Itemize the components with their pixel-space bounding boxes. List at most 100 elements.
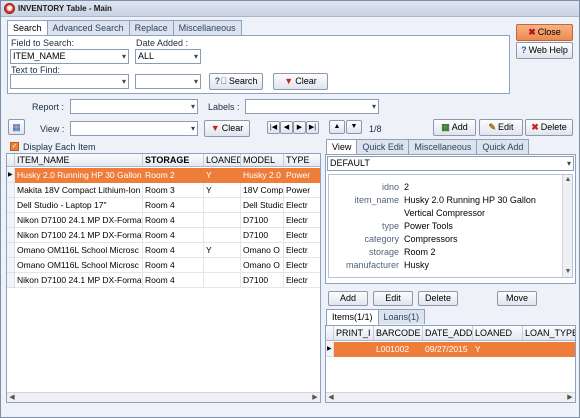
sub-scroll-left-icon[interactable]: ◀ xyxy=(326,393,336,402)
table-cell[interactable]: Power xyxy=(284,183,320,198)
table-cell[interactable]: Omano O xyxy=(241,258,284,273)
sub-col-loaned[interactable]: LOANED xyxy=(473,326,523,341)
table-cell[interactable]: Husky 2.0 xyxy=(241,168,284,183)
view-select[interactable] xyxy=(70,121,198,136)
table-cell[interactable]: Y xyxy=(204,168,241,183)
row-header[interactable] xyxy=(7,258,15,273)
sub-table-cell[interactable] xyxy=(523,342,575,357)
sub-add-button[interactable]: Add xyxy=(328,291,368,306)
sub-col-loan-type[interactable]: LOAN_TYPE xyxy=(523,326,575,341)
search-button[interactable]: ?⃝ Search xyxy=(209,73,263,90)
sub-col-date-added[interactable]: DATE_ADDI xyxy=(423,326,473,341)
table-cell[interactable]: Nikon D7100 24.1 MP DX-Format xyxy=(15,213,143,228)
scroll-right-icon[interactable]: ▶ xyxy=(310,393,320,402)
table-cell[interactable]: Nikon D7100 24.1 MP DX-Format xyxy=(15,273,143,288)
table-cell[interactable]: Husky 2.0 Running HP 30 Gallon xyxy=(15,168,143,183)
labels-select[interactable] xyxy=(245,99,379,114)
table-cell[interactable] xyxy=(204,228,241,243)
tab-search[interactable]: Search xyxy=(7,20,48,36)
table-cell[interactable]: Power xyxy=(284,168,320,183)
table-cell[interactable]: Nikon D7100 24.1 MP DX-Format xyxy=(15,228,143,243)
table-view-icon-button[interactable]: ▦ xyxy=(8,119,25,135)
table-cell[interactable]: Omano OM116L School Microsc xyxy=(15,258,143,273)
table-cell[interactable]: Room 4 xyxy=(143,198,204,213)
table-cell[interactable]: D7100 xyxy=(241,228,284,243)
col-header-type[interactable]: TYPE xyxy=(284,154,320,167)
sub-table-cell[interactable] xyxy=(334,342,374,357)
move-down-button[interactable]: ▼ xyxy=(346,120,362,134)
text-to-find-input[interactable] xyxy=(10,74,129,89)
col-header-model[interactable]: MODEL xyxy=(241,154,284,167)
tab-view[interactable]: View xyxy=(326,139,358,155)
sub-table-cell[interactable]: Y xyxy=(473,342,523,357)
table-cell[interactable]: Electr xyxy=(284,258,320,273)
table-cell[interactable]: Room 4 xyxy=(143,258,204,273)
table-cell[interactable]: Omano OM116L School Microsc xyxy=(15,243,143,258)
first-record-button[interactable]: |◀ xyxy=(267,121,280,134)
table-cell[interactable]: Electr xyxy=(284,228,320,243)
tab-view-miscellaneous[interactable]: Miscellaneous xyxy=(408,139,478,154)
scroll-up-icon[interactable]: ▲ xyxy=(563,175,572,185)
row-header[interactable] xyxy=(7,183,15,198)
current-row-indicator[interactable]: ▶ xyxy=(7,168,15,183)
items-grid[interactable]: ITEM_NAME STORAGE LOANED MODEL TYPE ▶ Hus… xyxy=(6,153,321,403)
table-cell[interactable]: Room 4 xyxy=(143,228,204,243)
table-cell[interactable]: D7100 xyxy=(241,273,284,288)
move-up-button[interactable]: ▲ xyxy=(329,120,345,134)
row-header[interactable] xyxy=(7,213,15,228)
prev-record-button[interactable]: ◀ xyxy=(280,121,293,134)
table-cell[interactable]: Makita 18V Compact Lithium-Ion xyxy=(15,183,143,198)
table-cell[interactable]: Dell Studio - Laptop 17" xyxy=(15,198,143,213)
web-help-button[interactable]: ? Web Help xyxy=(516,42,573,59)
current-row-indicator[interactable]: ▶ xyxy=(326,342,334,357)
tab-miscellaneous[interactable]: Miscellaneous xyxy=(172,20,242,35)
table-cell[interactable]: Y xyxy=(204,183,241,198)
sub-scroll-right-icon[interactable]: ▶ xyxy=(565,393,575,402)
row-header[interactable] xyxy=(7,228,15,243)
table-cell[interactable]: Dell Studio xyxy=(241,198,284,213)
table-cell[interactable] xyxy=(204,213,241,228)
table-cell[interactable]: Electr xyxy=(284,198,320,213)
tab-loans[interactable]: Loans(1) xyxy=(377,309,426,324)
row-header[interactable] xyxy=(7,243,15,258)
sub-col-print[interactable]: PRINT_I xyxy=(334,326,374,341)
scroll-down-icon[interactable]: ▼ xyxy=(563,267,572,277)
add-button[interactable]: ▦ Add xyxy=(433,119,476,136)
tab-quick-add[interactable]: Quick Add xyxy=(476,139,530,154)
table-cell[interactable]: 18V Comp xyxy=(241,183,284,198)
sub-table-cell[interactable]: 09/27/2015 xyxy=(423,342,473,357)
edit-button[interactable]: ✎ Edit xyxy=(479,119,523,136)
sub-delete-button[interactable]: Delete xyxy=(418,291,458,306)
col-header-item-name[interactable]: ITEM_NAME xyxy=(15,154,143,167)
table-cell[interactable]: Room 3 xyxy=(143,183,204,198)
table-cell[interactable]: Electr xyxy=(284,273,320,288)
view-layout-select[interactable]: DEFAULT xyxy=(327,156,574,171)
sub-edit-button[interactable]: Edit xyxy=(373,291,413,306)
table-cell[interactable]: Omano O xyxy=(241,243,284,258)
delete-button[interactable]: ✖ Delete xyxy=(525,119,573,136)
scroll-left-icon[interactable]: ◀ xyxy=(7,393,17,402)
sub-move-button[interactable]: Move xyxy=(497,291,537,306)
date-added-select[interactable]: ALL xyxy=(135,49,201,64)
table-cell[interactable]: Room 4 xyxy=(143,273,204,288)
sub-horizontal-scrollbar[interactable]: ◀ ▶ xyxy=(326,392,575,402)
clear-search-button[interactable]: ▼ Clear xyxy=(273,73,328,90)
horizontal-scrollbar[interactable]: ◀ ▶ xyxy=(7,392,320,402)
table-cell[interactable]: Y xyxy=(204,243,241,258)
close-button[interactable]: ✖ Close xyxy=(516,24,573,41)
sub-table-cell[interactable]: L001002 xyxy=(374,342,423,357)
tab-replace[interactable]: Replace xyxy=(128,20,174,35)
last-record-button[interactable]: ▶| xyxy=(306,121,319,134)
date-value-select[interactable] xyxy=(135,74,201,89)
table-cell[interactable]: Room 4 xyxy=(143,213,204,228)
sub-col-barcode[interactable]: BARCODE xyxy=(374,326,423,341)
tab-items[interactable]: Items(1/1) xyxy=(326,309,379,325)
table-cell[interactable]: D7100 xyxy=(241,213,284,228)
field-to-search-select[interactable]: ITEM_NAME xyxy=(10,49,129,64)
table-cell[interactable] xyxy=(204,258,241,273)
table-cell[interactable]: Room 2 xyxy=(143,168,204,183)
table-cell[interactable]: Electr xyxy=(284,213,320,228)
display-each-checkbox[interactable]: ✓ xyxy=(10,142,19,151)
details-scrollbar[interactable]: ▲ ▼ xyxy=(562,175,572,277)
col-header-loaned[interactable]: LOANED xyxy=(204,154,241,167)
